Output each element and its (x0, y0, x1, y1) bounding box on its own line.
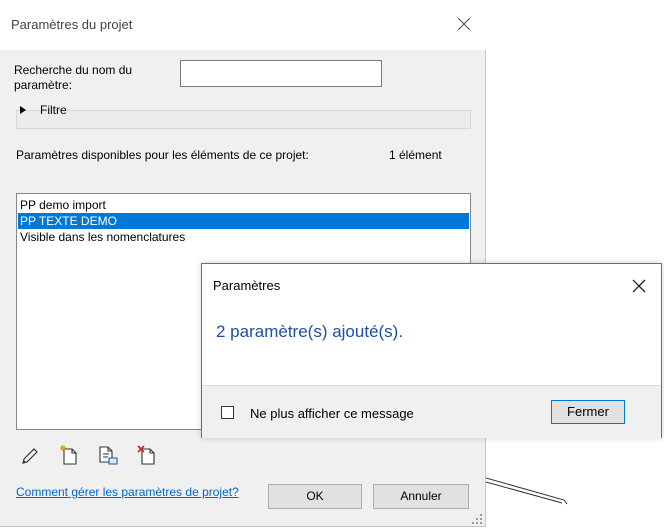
parameter-count: 1 élément (389, 148, 442, 162)
cancel-button[interactable]: Annuler (373, 484, 469, 509)
search-label-line1: Recherche du nom du (14, 63, 133, 77)
ok-button[interactable]: OK (268, 484, 362, 509)
close-icon[interactable] (452, 12, 476, 36)
expand-arrow-icon (20, 106, 26, 114)
search-input[interactable] (180, 60, 382, 87)
message-footer: Ne plus afficher ce message Fermer (202, 385, 661, 438)
dont-show-again-label[interactable]: Ne plus afficher ce message (250, 406, 414, 421)
list-item[interactable]: PP demo import (18, 197, 469, 213)
filter-expander[interactable]: Filtre (14, 100, 134, 118)
resize-grip-icon[interactable] (470, 512, 484, 526)
main-title-bar: Paramètres du projet (0, 0, 486, 50)
filter-label: Filtre (40, 103, 67, 117)
message-dialog: Paramètres 2 paramètre(s) ajouté(s). Ne … (201, 263, 662, 438)
help-link[interactable]: Comment gérer les paramètres de projet? (16, 484, 246, 500)
list-item-label: PP demo import (20, 198, 106, 212)
close-icon[interactable] (628, 275, 650, 297)
available-parameters-label: Paramètres disponibles pour les éléments… (16, 148, 309, 162)
list-item-selected[interactable]: PP TEXTE DEMO (18, 213, 469, 229)
message-dialog-title: Paramètres (213, 278, 281, 293)
message-text: 2 paramètre(s) ajouté(s). (216, 322, 404, 341)
new-parameter-icon[interactable] (58, 444, 80, 466)
list-item-label: Visible dans les nomenclatures (20, 230, 186, 244)
list-item-label: PP TEXTE DEMO (20, 214, 117, 228)
search-label-line2: paramètre: (14, 78, 73, 92)
edit-pencil-icon[interactable] (19, 445, 41, 467)
list-item[interactable]: Visible dans les nomenclatures (18, 229, 469, 245)
export-parameter-icon[interactable] (97, 444, 119, 466)
delete-parameter-icon[interactable] (136, 444, 158, 466)
close-button[interactable]: Fermer (551, 400, 625, 424)
main-dialog-title: Paramètres du projet (11, 17, 133, 32)
dont-show-again-checkbox[interactable] (221, 406, 234, 419)
background-drawing-line (486, 477, 568, 505)
